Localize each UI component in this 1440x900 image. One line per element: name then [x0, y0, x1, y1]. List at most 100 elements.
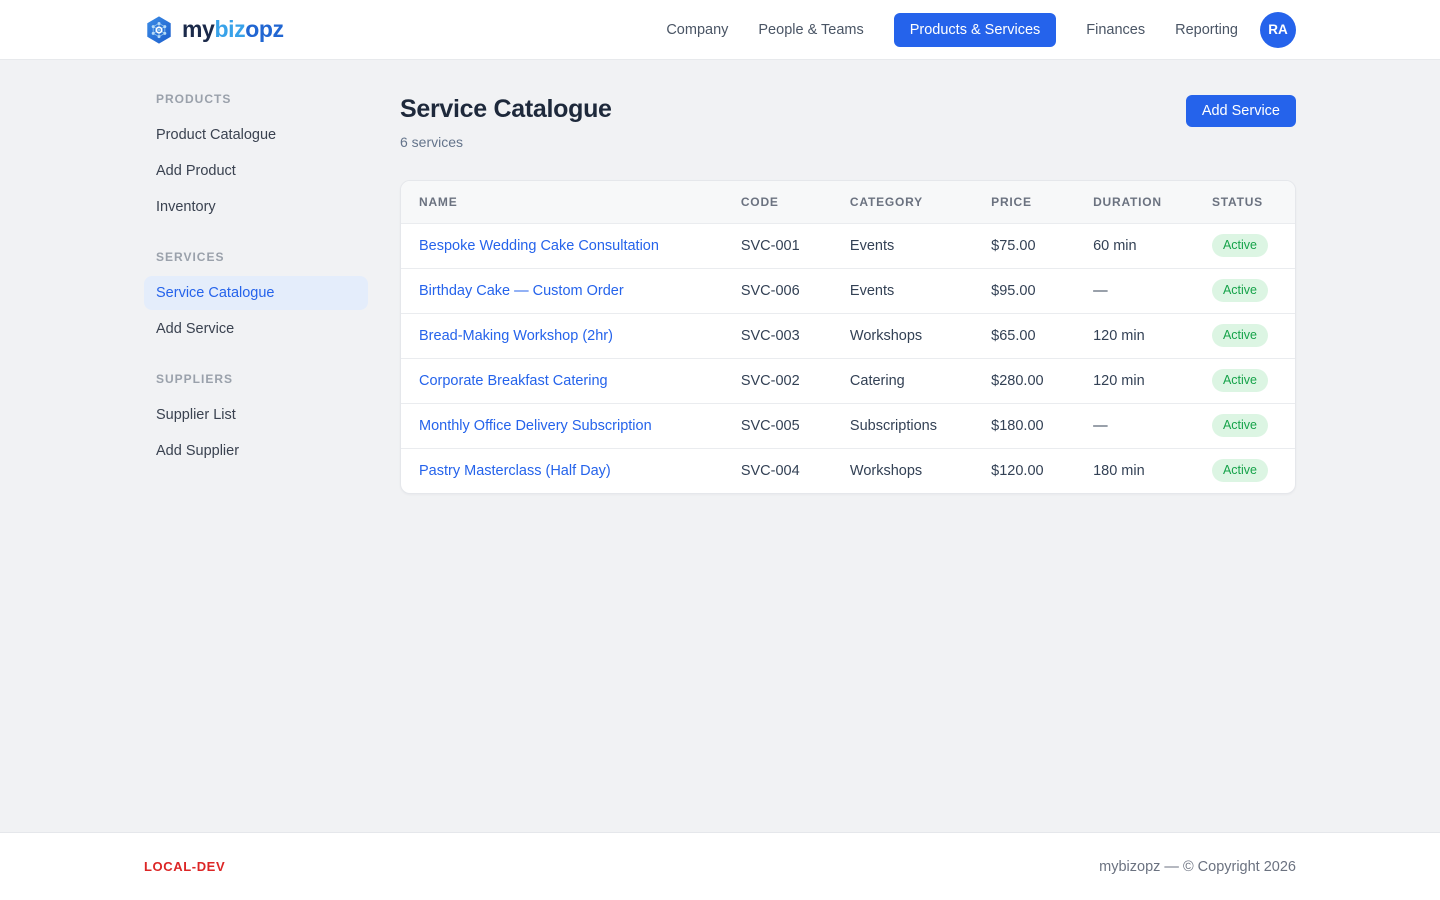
cell-duration: — — [1075, 268, 1194, 313]
brand-wordmark: mybizopz — [182, 18, 284, 41]
sidebar-section-title: SERVICES — [144, 250, 368, 264]
nav-item-company[interactable]: Company — [666, 22, 728, 38]
footer: LOCAL-DEV mybizopz — © Copyright 2026 — [0, 832, 1440, 900]
services-table-card: NAMECODECATEGORYPRICEDURATIONSTATUS Besp… — [400, 180, 1296, 494]
cell-duration: — — [1075, 403, 1194, 448]
env-badge: LOCAL-DEV — [144, 859, 225, 874]
table-header-row: NAMECODECATEGORYPRICEDURATIONSTATUS — [401, 181, 1295, 223]
primary-nav: CompanyPeople & TeamsProducts & Services… — [666, 21, 1238, 39]
nav-item-people-teams[interactable]: People & Teams — [758, 22, 863, 38]
cell-duration: 120 min — [1075, 358, 1194, 403]
cell-name: Bread-Making Workshop (2hr) — [401, 313, 723, 358]
cell-name: Birthday Cake — Custom Order — [401, 268, 723, 313]
cell-status: Active — [1194, 223, 1295, 268]
cell-code: SVC-005 — [723, 403, 832, 448]
sidebar-item-add-product[interactable]: Add Product — [144, 154, 368, 188]
cell-category: Events — [832, 268, 973, 313]
nav-item-reporting[interactable]: Reporting — [1175, 22, 1238, 38]
hexagon-network-icon — [144, 14, 174, 46]
status-badge: Active — [1212, 324, 1268, 347]
cell-price: $120.00 — [973, 448, 1075, 493]
cell-status: Active — [1194, 358, 1295, 403]
service-name-link[interactable]: Birthday Cake — Custom Order — [419, 283, 624, 299]
cell-code: SVC-004 — [723, 448, 832, 493]
sidebar-section-services: SERVICES Service CatalogueAdd Service — [144, 250, 368, 346]
page-title: Service Catalogue — [400, 95, 612, 124]
column-header-category: CATEGORY — [832, 181, 973, 223]
status-badge: Active — [1212, 459, 1268, 482]
page-body: PRODUCTS Product CatalogueAdd ProductInve… — [0, 60, 1440, 832]
user-avatar[interactable]: RA — [1260, 12, 1296, 48]
services-table: NAMECODECATEGORYPRICEDURATIONSTATUS Besp… — [401, 181, 1295, 493]
cell-duration: 120 min — [1075, 313, 1194, 358]
main-header: Service Catalogue 6 services Add Service — [400, 95, 1296, 150]
table-row: Pastry Masterclass (Half Day) SVC-004Work… — [401, 448, 1295, 493]
cell-name: Bespoke Wedding Cake Consultation — [401, 223, 723, 268]
wordmark-part-1: my — [182, 16, 214, 42]
cell-price: $65.00 — [973, 313, 1075, 358]
status-badge: Active — [1212, 369, 1268, 392]
cell-category: Events — [832, 223, 973, 268]
service-name-link[interactable]: Corporate Breakfast Catering — [419, 373, 608, 389]
table-row: Corporate Breakfast Catering SVC-002Cater… — [401, 358, 1295, 403]
cell-status: Active — [1194, 448, 1295, 493]
wordmark-part-3: opz — [245, 16, 283, 42]
column-header-status: STATUS — [1194, 181, 1295, 223]
table-row: Bread-Making Workshop (2hr) SVC-003Worksh… — [401, 313, 1295, 358]
cell-code: SVC-002 — [723, 358, 832, 403]
column-header-code: CODE — [723, 181, 832, 223]
column-header-duration: DURATION — [1075, 181, 1194, 223]
cell-price: $95.00 — [973, 268, 1075, 313]
cell-code: SVC-006 — [723, 268, 832, 313]
sidebar-item-add-service[interactable]: Add Service — [144, 312, 368, 346]
cell-status: Active — [1194, 268, 1295, 313]
sidebar-item-product-catalogue[interactable]: Product Catalogue — [144, 118, 368, 152]
status-badge: Active — [1212, 279, 1268, 302]
sidebar-item-add-supplier[interactable]: Add Supplier — [144, 434, 368, 468]
service-name-link[interactable]: Pastry Masterclass (Half Day) — [419, 463, 611, 479]
cell-category: Subscriptions — [832, 403, 973, 448]
status-badge: Active — [1212, 234, 1268, 257]
sidebar-item-inventory[interactable]: Inventory — [144, 190, 368, 224]
service-name-link[interactable]: Monthly Office Delivery Subscription — [419, 418, 652, 434]
service-name-link[interactable]: Bread-Making Workshop (2hr) — [419, 328, 613, 344]
table-row: Birthday Cake — Custom Order SVC-006Event… — [401, 268, 1295, 313]
cell-category: Workshops — [832, 313, 973, 358]
cell-category: Workshops — [832, 448, 973, 493]
nav-item-products-services[interactable]: Products & Services — [894, 13, 1057, 47]
sidebar-item-supplier-list[interactable]: Supplier List — [144, 398, 368, 432]
wordmark-part-2: biz — [214, 16, 245, 42]
cell-status: Active — [1194, 403, 1295, 448]
cell-price: $75.00 — [973, 223, 1075, 268]
copyright-text: mybizopz — © Copyright 2026 — [1099, 859, 1296, 875]
cell-duration: 180 min — [1075, 448, 1194, 493]
brand-logo[interactable]: mybizopz — [144, 14, 284, 46]
sidebar-section-title: SUPPLIERS — [144, 372, 368, 386]
cell-name: Monthly Office Delivery Subscription — [401, 403, 723, 448]
nav-item-finances[interactable]: Finances — [1086, 22, 1145, 38]
cell-price: $280.00 — [973, 358, 1075, 403]
sidebar-section-suppliers: SUPPLIERS Supplier ListAdd Supplier — [144, 372, 368, 468]
cell-price: $180.00 — [973, 403, 1075, 448]
service-name-link[interactable]: Bespoke Wedding Cake Consultation — [419, 238, 659, 254]
status-badge: Active — [1212, 414, 1268, 437]
cell-duration: 60 min — [1075, 223, 1194, 268]
table-row: Bespoke Wedding Cake Consultation SVC-001… — [401, 223, 1295, 268]
services-count: 6 services — [400, 134, 612, 150]
column-header-name: NAME — [401, 181, 723, 223]
cell-name: Pastry Masterclass (Half Day) — [401, 448, 723, 493]
table-row: Monthly Office Delivery Subscription SVC-… — [401, 403, 1295, 448]
main-content: Service Catalogue 6 services Add Service… — [400, 92, 1296, 494]
cell-category: Catering — [832, 358, 973, 403]
sidebar: PRODUCTS Product CatalogueAdd ProductInve… — [144, 92, 368, 494]
sidebar-section-products: PRODUCTS Product CatalogueAdd ProductInve… — [144, 92, 368, 224]
sidebar-section-title: PRODUCTS — [144, 92, 368, 106]
column-header-price: PRICE — [973, 181, 1075, 223]
cell-status: Active — [1194, 313, 1295, 358]
cell-name: Corporate Breakfast Catering — [401, 358, 723, 403]
cell-code: SVC-001 — [723, 223, 832, 268]
sidebar-item-service-catalogue[interactable]: Service Catalogue — [144, 276, 368, 310]
add-service-button[interactable]: Add Service — [1186, 95, 1296, 127]
cell-code: SVC-003 — [723, 313, 832, 358]
top-navbar: mybizopz Company People & Teams Products &… — [0, 0, 1440, 60]
